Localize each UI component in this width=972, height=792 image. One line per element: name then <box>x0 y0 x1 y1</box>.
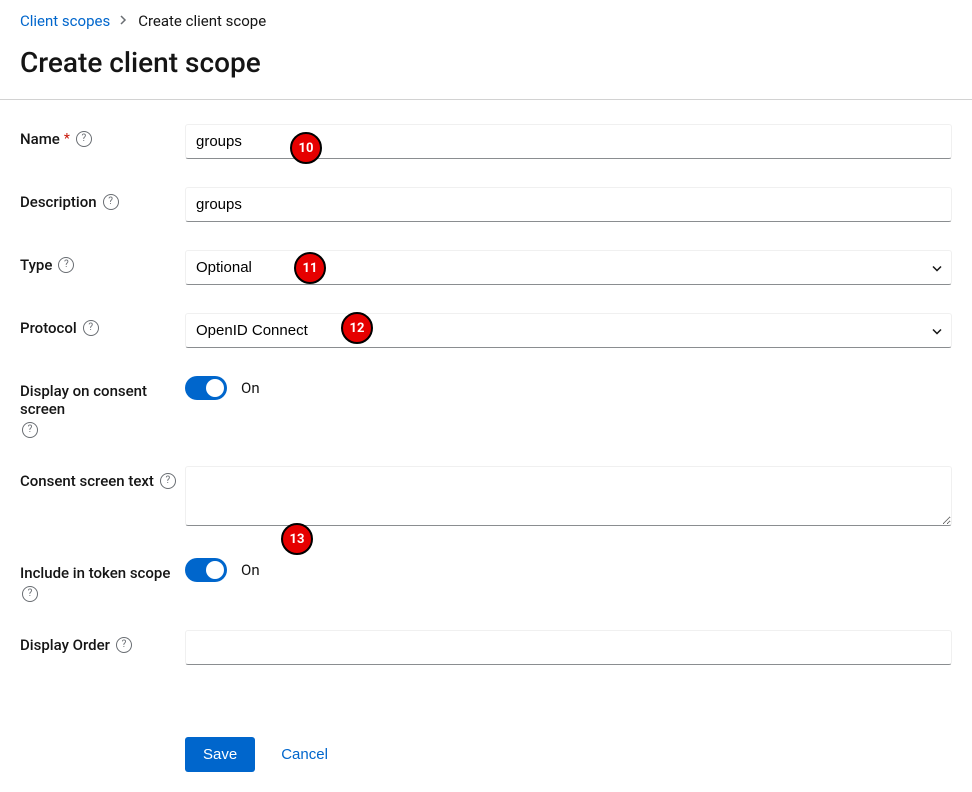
description-input[interactable] <box>185 187 952 222</box>
consent-text-input[interactable] <box>185 466 952 526</box>
row-name: Name * ? <box>20 124 952 159</box>
display-order-input[interactable] <box>185 630 952 665</box>
required-asterisk: * <box>64 131 70 147</box>
row-type: Type ? <box>20 250 952 285</box>
label-text: Name <box>20 130 60 148</box>
help-icon[interactable]: ? <box>83 320 99 336</box>
help-icon[interactable]: ? <box>160 473 176 489</box>
label-display-consent: Display on consent screen ? <box>20 376 185 438</box>
row-description: Description ? <box>20 187 952 222</box>
help-icon[interactable]: ? <box>58 257 74 273</box>
label-type: Type ? <box>20 250 185 274</box>
label-text: Type <box>20 256 52 274</box>
button-row: Save Cancel <box>0 713 972 792</box>
label-text: Protocol <box>20 319 77 337</box>
breadcrumb-parent-link[interactable]: Client scopes <box>20 12 110 30</box>
toggle-state-label: On <box>241 561 260 579</box>
label-text: Display on consent screen <box>20 382 185 418</box>
help-icon[interactable]: ? <box>76 131 92 147</box>
cancel-button[interactable]: Cancel <box>281 746 328 763</box>
label-text: Include in token scope <box>20 564 170 582</box>
help-icon[interactable]: ? <box>22 422 38 438</box>
row-display-order: Display Order ? <box>20 630 952 665</box>
label-description: Description ? <box>20 187 185 211</box>
toggle-knob <box>206 561 224 579</box>
save-button[interactable]: Save <box>185 737 255 772</box>
label-text: Display Order <box>20 636 110 654</box>
row-display-consent: Display on consent screen ? On <box>20 376 952 438</box>
label-include-token: Include in token scope ? <box>20 558 185 602</box>
label-text: Description <box>20 193 97 211</box>
row-protocol: Protocol ? <box>20 313 952 348</box>
breadcrumb-current: Create client scope <box>138 12 266 30</box>
protocol-select[interactable] <box>185 313 952 348</box>
label-name: Name * ? <box>20 124 185 148</box>
help-icon[interactable]: ? <box>116 637 132 653</box>
help-icon[interactable]: ? <box>22 586 38 602</box>
chevron-right-icon <box>120 14 128 28</box>
include-token-toggle[interactable] <box>185 558 227 582</box>
breadcrumb: Client scopes Create client scope <box>0 0 972 38</box>
label-consent-text: Consent screen text ? <box>20 466 185 490</box>
name-input[interactable] <box>185 124 952 159</box>
row-consent-text: Consent screen text ? <box>20 466 952 530</box>
label-display-order: Display Order ? <box>20 630 185 654</box>
help-icon[interactable]: ? <box>103 194 119 210</box>
display-consent-toggle[interactable] <box>185 376 227 400</box>
toggle-knob <box>206 379 224 397</box>
form: Name * ? Description ? Type ? <box>0 100 972 713</box>
toggle-state-label: On <box>241 379 260 397</box>
page-title: Create client scope <box>0 38 972 99</box>
type-select[interactable] <box>185 250 952 285</box>
label-protocol: Protocol ? <box>20 313 185 337</box>
row-include-token: Include in token scope ? On <box>20 558 952 602</box>
label-text: Consent screen text <box>20 472 154 490</box>
